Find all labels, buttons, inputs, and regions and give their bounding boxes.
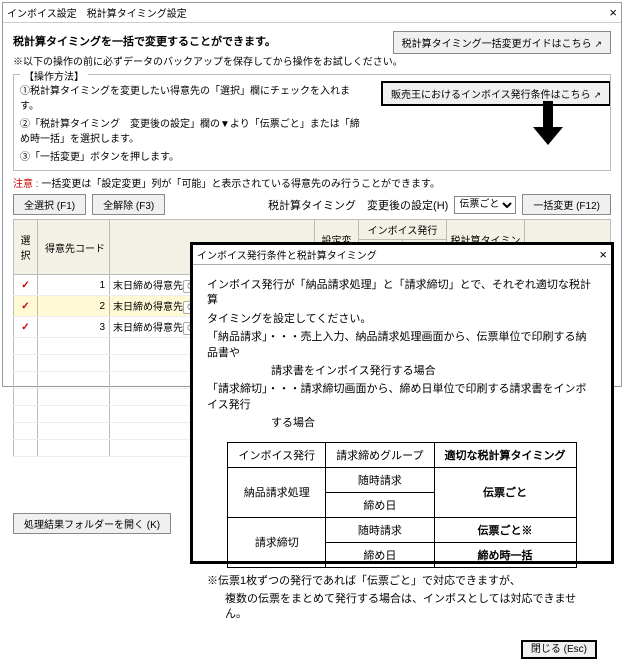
method-step-1: ①税計算タイミングを変更したい得意先の「選択」欄にチェックを入れます。	[20, 82, 360, 112]
ct-h3: 適切な税計算タイミング	[434, 442, 576, 467]
modal-close-button[interactable]: 閉じる (Esc)	[521, 640, 597, 659]
ct-g4: 締め日	[326, 542, 434, 567]
modal-p4: 「請求締切」・・・請求締切画面から、締め日単位で印刷する請求書をインボイス発行	[207, 382, 597, 413]
ct-g1: 随時請求	[326, 467, 434, 492]
condition-table: インボイス発行 請求締めグループ 適切な税計算タイミング 納品請求処理 随時請求…	[227, 442, 576, 568]
guide-link-label: 税計算タイミング一括変更ガイドはこちら	[402, 39, 592, 50]
backup-message: ※以下の操作の前に必ずデータのバックアップを保存してから操作をお試しください。	[13, 53, 611, 68]
select-all-button[interactable]: 全選択 (F1)	[13, 194, 86, 215]
ct-g3: 随時請求	[326, 517, 434, 542]
th-code: 得意先コード	[38, 220, 110, 275]
warning-row: 注意 : 一括変更は「設定変更」列が「可能」と表示されている得意先のみ行うことが…	[13, 175, 611, 190]
ct-t1: 伝票ごと	[434, 467, 576, 517]
modal-p2: タイミングを設定してください。	[207, 312, 597, 327]
modal-titlebar: インボイス発行条件と税計算タイミング ×	[193, 245, 611, 265]
invoice-condition-modal: インボイス発行条件と税計算タイミング × インボイス発行が「納品請求処理」と「請…	[190, 242, 614, 564]
modal-footer: 閉じる (Esc)	[193, 636, 611, 663]
row-code: 3	[38, 317, 110, 338]
ct-g2: 締め日	[326, 492, 434, 517]
modal-close-icon[interactable]: ×	[599, 247, 607, 262]
modal-note1: ※伝票1枚ずつの発行であれば「伝票ごと」で対応できますが、	[207, 574, 597, 589]
post-setting-label: 税計算タイミング 変更後の設定(H)	[268, 197, 448, 213]
bulk-change-button[interactable]: 一括変更 (F12)	[522, 194, 611, 215]
ct-h2: 請求締めグループ	[326, 442, 434, 467]
modal-title: インボイス発行条件と税計算タイミング	[197, 247, 599, 262]
guide-link-button[interactable]: 税計算タイミング一括変更ガイドはこちら ↗	[393, 31, 611, 54]
ct-r1: 納品請求処理	[228, 467, 326, 517]
window-title: インボイス設定 税計算タイミング設定	[7, 5, 609, 20]
method-legend: 【操作方法】	[20, 68, 88, 83]
th-select: 選択	[14, 220, 38, 275]
main-titlebar: インボイス設定 税計算タイミング設定 ×	[3, 3, 621, 23]
modal-note2: 複数の伝票をまとめて発行する場合は、インボスとしては対応できません。	[207, 592, 597, 623]
method-step-3: ③「一括変更」ボタンを押します。	[20, 148, 604, 163]
ct-t2: 伝票ごと※	[434, 517, 576, 542]
row-code: 1	[38, 275, 110, 296]
ct-t3: 締め時一括	[434, 542, 576, 567]
th-invoice-issue: インボイス発行	[359, 220, 447, 240]
warning-text: 一括変更は「設定変更」列が「可能」と表示されている得意先のみ行うことができます。	[41, 179, 440, 190]
row-check[interactable]: ✓	[14, 296, 38, 317]
post-setting-select[interactable]: 伝票ごと	[454, 196, 516, 214]
external-link-icon: ↗	[594, 39, 602, 49]
modal-p1: インボイス発行が「納品請求処理」と「請求締切」とで、それぞれ適切な税計算	[207, 278, 597, 309]
toolbar-row: 全選択 (F1) 全解除 (F3) 税計算タイミング 変更後の設定(H) 伝票ご…	[13, 194, 611, 215]
warning-label: 注意 :	[13, 179, 39, 190]
row-code: 2	[38, 296, 110, 317]
modal-p4b: する場合	[207, 416, 597, 431]
ct-h1: インボイス発行	[228, 442, 326, 467]
modal-p3b: 請求書をインボイス発行する場合	[207, 364, 597, 379]
method-box: 【操作方法】 ①税計算タイミングを変更したい得意先の「選択」欄にチェックを入れま…	[13, 74, 611, 171]
result-folder-button[interactable]: 処理結果フォルダーを開く (K)	[13, 513, 171, 534]
clear-all-button[interactable]: 全解除 (F3)	[92, 194, 165, 215]
close-icon[interactable]: ×	[609, 5, 617, 20]
method-step-2: ②「税計算タイミング 変更後の設定」欄の▼より「伝票ごと」または「締め時一括」を…	[20, 115, 360, 145]
row-check[interactable]: ✓	[14, 275, 38, 296]
modal-body: インボイス発行が「納品請求処理」と「請求締切」とで、それぞれ適切な税計算 タイミ…	[193, 265, 611, 636]
ct-r2: 請求締切	[228, 517, 326, 567]
row-check[interactable]: ✓	[14, 317, 38, 338]
modal-p3: 「納品請求」・・・売上入力、納品請求処理画面から、伝票単位で印刷する納品書や	[207, 330, 597, 361]
